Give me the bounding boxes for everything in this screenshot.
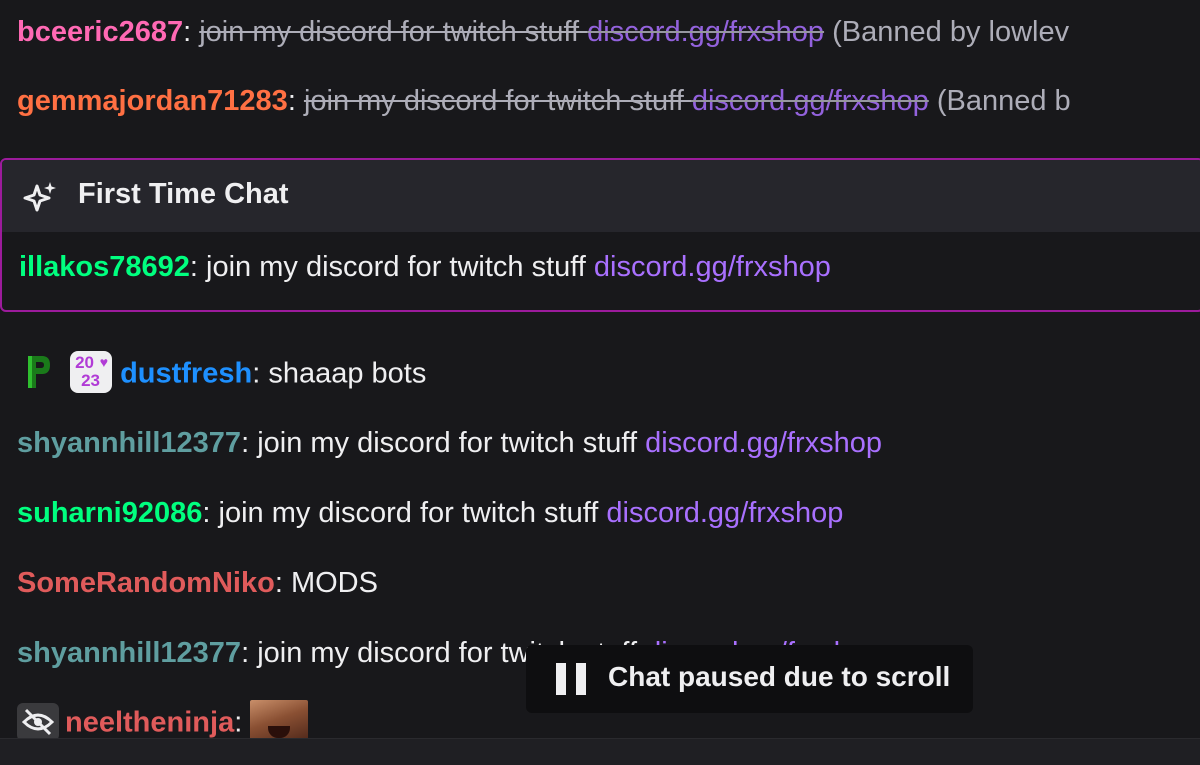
first-time-chat-box: First Time Chat illakos78692: join my di…	[0, 158, 1200, 312]
chat-message: suharni92086: join my discord for twitch…	[17, 495, 843, 531]
badge-year-bottom: 23	[81, 371, 100, 390]
chat-message: illakos78692: join my discord for twitch…	[19, 249, 831, 285]
chat-username[interactable]: shyannhill12377	[17, 637, 241, 669]
p-badge-icon[interactable]	[22, 354, 52, 390]
message-text: MODS	[290, 567, 378, 599]
chat-message: shyannhill12377: join my discord for twi…	[17, 425, 882, 461]
eye-slash-icon	[21, 708, 55, 736]
chat-username[interactable]: neeltheninja	[65, 707, 234, 739]
chat-username[interactable]: gemmajordan71283	[17, 85, 288, 117]
first-time-chat-title: First Time Chat	[78, 178, 289, 210]
heart-icon: ♥	[99, 354, 109, 370]
chat-username[interactable]: SomeRandomNiko	[17, 567, 275, 599]
message-text: join my discord for twitch stuff	[303, 85, 692, 117]
message-text: shaaap bots	[268, 357, 427, 390]
chat-username[interactable]: illakos78692	[19, 251, 190, 283]
chat-paused-button[interactable]: Chat paused due to scroll	[526, 645, 973, 713]
badge-year-top: 20	[75, 353, 94, 372]
message-text: join my discord for twitch stuff	[218, 497, 607, 529]
pause-icon	[556, 663, 586, 695]
message-link[interactable]: discord.gg/frxshop	[587, 16, 824, 48]
message-link[interactable]: discord.gg/frxshop	[692, 85, 929, 117]
sparkle-icon	[23, 182, 56, 212]
chat-separator: :	[202, 497, 211, 529]
message-link[interactable]: discord.gg/frxshop	[594, 251, 831, 283]
chat-username[interactable]: dustfresh	[120, 358, 252, 390]
chat-input-area	[0, 738, 1200, 765]
message-link[interactable]: discord.gg/frxshop	[606, 497, 843, 529]
chat-separator: :	[241, 427, 250, 459]
chat-message-deleted: gemmajordan71283: join my discord for tw…	[17, 83, 1071, 119]
chat-separator: :	[287, 85, 296, 117]
message-text: join my discord for twitch stuff	[257, 427, 646, 459]
message-text: join my discord for twitch stuff	[199, 16, 588, 48]
message-text: join my discord for twitch stuff	[206, 251, 594, 283]
first-time-chat-header: First Time Chat	[2, 160, 1200, 232]
message-link[interactable]: discord.gg/frxshop	[645, 427, 882, 459]
ban-status: (Banned by lowlev	[832, 16, 1070, 48]
ban-status: (Banned b	[936, 85, 1071, 117]
chat-paused-label: Chat paused due to scroll	[608, 661, 951, 692]
chat-message: SomeRandomNiko: MODS	[17, 565, 378, 601]
2023-badge-icon[interactable]: 20 ♥ 23	[70, 351, 113, 393]
chat-separator: :	[234, 706, 243, 739]
chat-separator: :	[241, 637, 250, 669]
deleted-message-text: join my discord for twitch stuff discord…	[304, 85, 929, 117]
hidden-eye-icon[interactable]	[17, 703, 59, 741]
chat-message-deleted: bceeric2687: join my discord for twitch …	[17, 14, 1069, 50]
deleted-message-text: join my discord for twitch stuff discord…	[199, 16, 824, 48]
chat-separator: :	[274, 567, 283, 599]
chat-username[interactable]: shyannhill12377	[17, 427, 241, 459]
chat-separator: :	[183, 16, 192, 48]
chat-separator: :	[252, 357, 261, 390]
chat-username[interactable]: suharni92086	[17, 497, 202, 529]
chat-separator: :	[189, 251, 198, 283]
chat-username[interactable]: bceeric2687	[17, 16, 183, 48]
chat-message: 20 ♥ 23 dustfresh: shaaap bots	[22, 351, 427, 396]
